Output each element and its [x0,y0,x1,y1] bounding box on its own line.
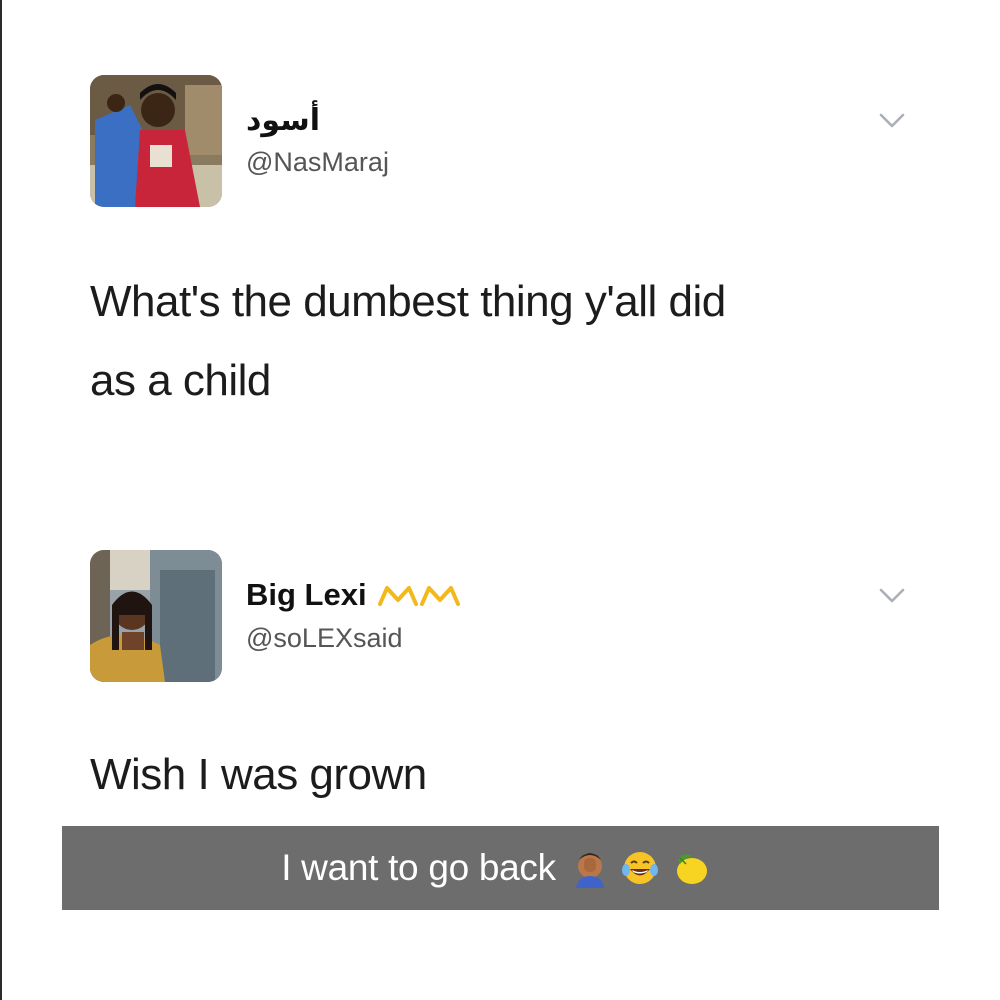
user-names: Big Lexi @soLEXsaid [246,578,461,653]
tweet-text-line: Wish I was grown [90,750,427,799]
facepalm-icon [575,853,604,888]
user-handle[interactable]: @soLEXsaid [246,623,461,654]
tweet-header-2: Big Lexi @soLEXsaid [90,550,461,682]
caption-bar: I want to go back [62,826,939,910]
chevron-down-icon [879,113,905,128]
avatar[interactable] [90,75,222,207]
crown-icon [377,585,418,606]
display-name[interactable]: Big Lexi [246,578,461,612]
caption-text: I want to go back [281,847,556,888]
tweet-menu-button-2[interactable] [879,588,905,604]
tweet-text-line: as a child [90,356,271,406]
tweet-text-line: What's the dumbest thing y'all did [90,277,726,326]
name-emoji [377,582,461,610]
display-name-text: أسود [246,103,320,138]
tweet-menu-button-1[interactable] [879,113,905,129]
tweet-header-1: أسود @NasMaraj [90,75,389,207]
chevron-down-icon [879,588,905,603]
profile-photo-icon [90,550,222,682]
profile-photo-icon [90,75,222,207]
tears-of-joy-icon [621,852,658,884]
crown-icon [419,585,460,606]
tweet-text-2: Wish I was grown [90,735,427,814]
frame-border [0,0,2,1000]
lemon-icon [676,854,707,884]
display-name[interactable]: أسود [246,104,389,137]
avatar[interactable] [90,550,222,682]
user-names: أسود @NasMaraj [246,104,389,178]
caption-emoji [570,848,720,888]
tweet-text-1: What's the dumbest thing y'all did as a … [90,262,726,420]
display-name-text: Big Lexi [246,577,367,613]
user-handle[interactable]: @NasMaraj [246,147,389,178]
